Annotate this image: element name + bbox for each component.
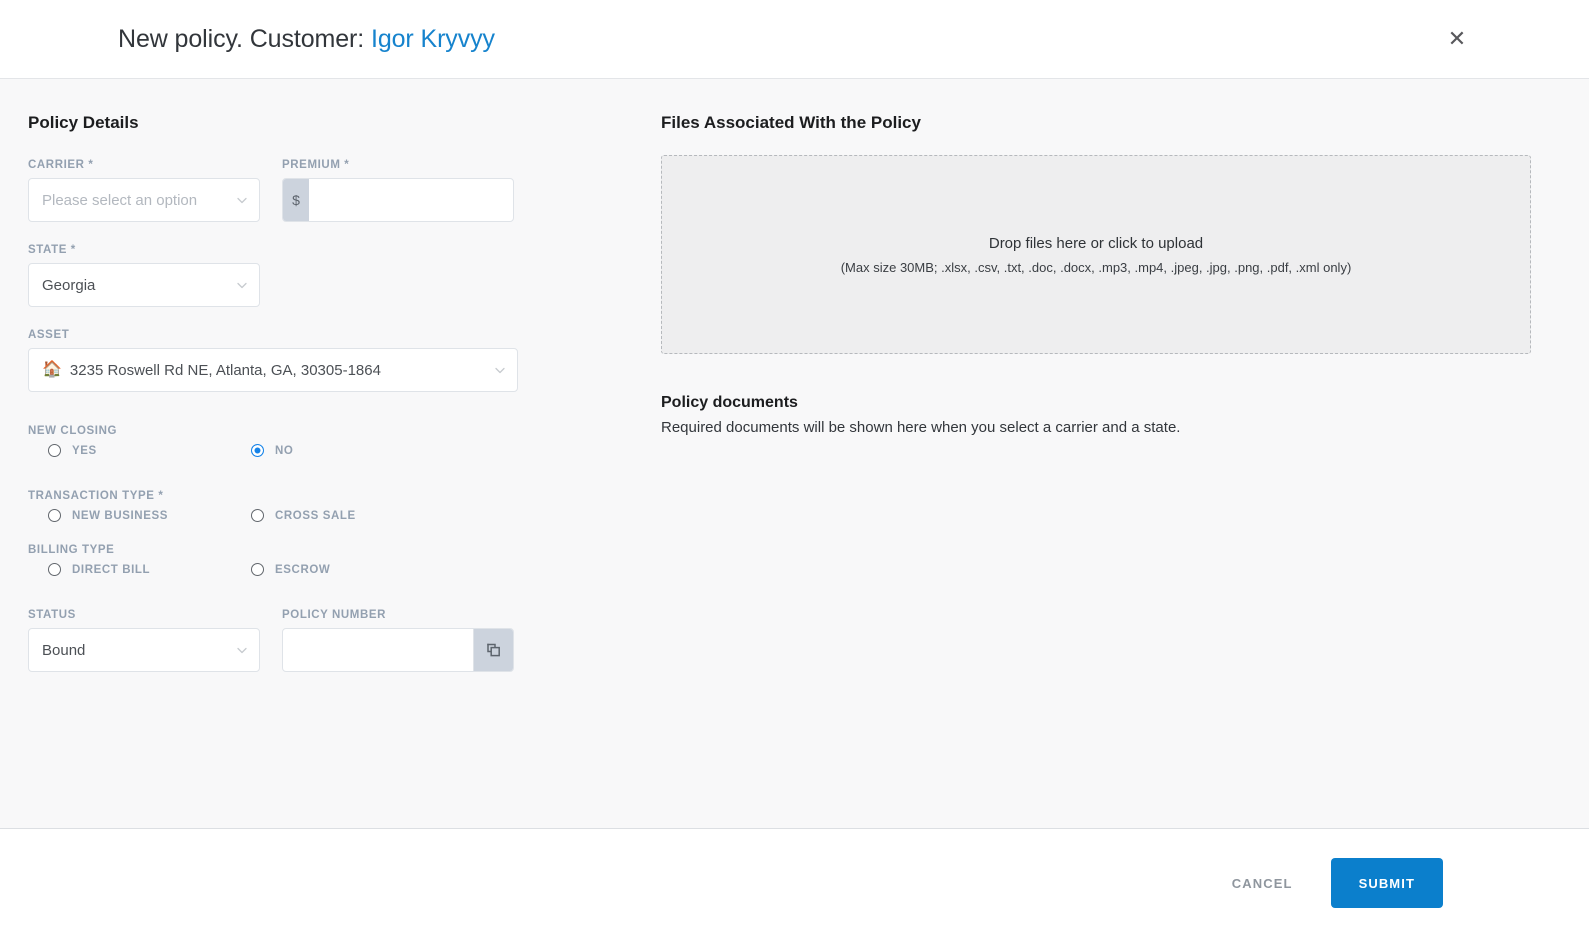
carrier-select[interactable]: Please select an option (28, 178, 260, 222)
radio-new-closing-yes[interactable]: YES (28, 444, 233, 457)
policy-details-heading: Policy Details (28, 113, 139, 132)
premium-label: PREMIUM * (282, 159, 350, 171)
modal-body: Policy Details CARRIER * Please select a… (0, 79, 1589, 828)
transaction-type-group: TRANSACTION TYPE * NEW BUSINESS CROSS SA… (28, 490, 645, 522)
radio-icon-selected (251, 444, 264, 457)
radio-icon (48, 444, 61, 457)
carrier-label: CARRIER * (28, 159, 94, 171)
status-label: STATUS (28, 609, 76, 621)
files-heading: Files Associated With the Policy (661, 113, 921, 132)
radio-icon (251, 509, 264, 522)
radio-transaction-new-business[interactable]: NEW BUSINESS (28, 509, 233, 522)
policy-number-input-group (282, 628, 514, 672)
status-field: STATUS Bound (28, 609, 260, 672)
radio-billing-escrow[interactable]: ESCROW (233, 563, 438, 576)
radio-label: NEW BUSINESS (72, 509, 169, 522)
policy-number-field: POLICY NUMBER (282, 609, 514, 672)
cancel-button[interactable]: CANCEL (1216, 866, 1309, 901)
dropzone-main-text: Drop files here or click to upload (988, 234, 1204, 252)
submit-button[interactable]: SUBMIT (1330, 858, 1443, 908)
customer-link[interactable]: Igor Kryvyy (371, 25, 495, 53)
radio-label: DIRECT BILL (72, 563, 151, 576)
radio-icon (251, 563, 264, 576)
policy-documents-description: Required documents will be shown here wh… (661, 419, 1181, 436)
radio-label: CROSS SALE (275, 509, 356, 522)
radio-label: YES (72, 444, 97, 457)
close-icon[interactable]: ✕ (1443, 25, 1471, 53)
policy-documents-heading: Policy documents (661, 394, 798, 411)
chevron-down-icon (235, 643, 249, 657)
files-column: Files Associated With the Policy Drop fi… (645, 79, 1589, 828)
carrier-value: Please select an option (42, 191, 198, 209)
policy-number-input[interactable] (283, 629, 473, 671)
copy-icon[interactable] (473, 629, 513, 671)
radio-icon (48, 509, 61, 522)
premium-field: PREMIUM * $ (282, 159, 514, 222)
house-emoji-icon: 🏠 (42, 361, 62, 378)
state-select[interactable]: Georgia (28, 263, 260, 307)
new-closing-label: NEW CLOSING (28, 425, 118, 437)
premium-input[interactable] (309, 179, 513, 221)
dropzone-sub-text: (Max size 30MB; .xlsx, .csv, .txt, .doc,… (840, 259, 1352, 275)
currency-addon: $ (283, 179, 309, 221)
chevron-down-icon (493, 363, 507, 377)
asset-label: ASSET (28, 329, 70, 341)
status-value: Bound (42, 641, 86, 659)
radio-icon (48, 563, 61, 576)
policy-details-column: Policy Details CARRIER * Please select a… (0, 79, 645, 828)
premium-input-group: $ (282, 178, 514, 222)
radio-new-closing-no[interactable]: NO (233, 444, 438, 457)
radio-label: NO (275, 444, 294, 457)
modal-header: New policy. Customer: Igor Kryvyy ✕ (0, 0, 1589, 79)
state-label: STATE * (28, 244, 76, 256)
transaction-type-label: TRANSACTION TYPE * (28, 490, 164, 502)
file-dropzone[interactable]: Drop files here or click to upload (Max … (661, 155, 1531, 354)
policy-number-label: POLICY NUMBER (282, 609, 387, 621)
radio-label: ESCROW (275, 563, 331, 576)
billing-type-label: BILLING TYPE (28, 544, 115, 556)
chevron-down-icon (235, 193, 249, 207)
new-policy-modal: New policy. Customer: Igor Kryvyy ✕ Poli… (0, 0, 1589, 937)
chevron-down-icon (235, 278, 249, 292)
status-select[interactable]: Bound (28, 628, 260, 672)
asset-field: ASSET 🏠 3235 Roswell Rd NE, Atlanta, GA,… (28, 329, 518, 392)
page-title-prefix: New policy. Customer: (118, 24, 371, 53)
radio-transaction-cross-sale[interactable]: CROSS SALE (233, 509, 438, 522)
radio-billing-direct-bill[interactable]: DIRECT BILL (28, 563, 233, 576)
asset-select[interactable]: 🏠 3235 Roswell Rd NE, Atlanta, GA, 30305… (28, 348, 518, 392)
state-value: Georgia (42, 276, 96, 294)
carrier-field: CARRIER * Please select an option (28, 159, 260, 222)
state-field: STATE * Georgia (28, 244, 260, 307)
asset-value: 3235 Roswell Rd NE, Atlanta, GA, 30305-1… (69, 361, 381, 379)
modal-footer: CANCEL SUBMIT (0, 828, 1589, 937)
page-title: New policy. Customer: Igor Kryvyy (118, 25, 495, 54)
new-closing-group: NEW CLOSING YES NO (28, 425, 645, 457)
billing-type-group: BILLING TYPE DIRECT BILL ESCROW (28, 544, 645, 576)
